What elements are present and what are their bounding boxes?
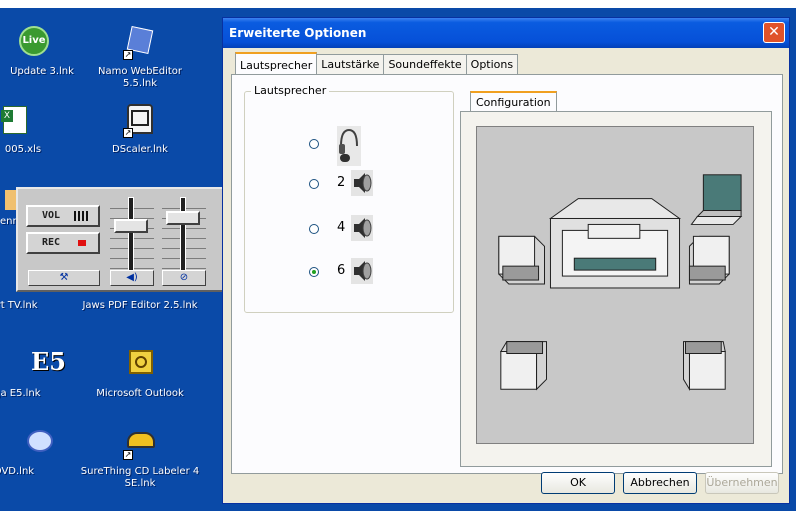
monitor-icon <box>548 198 682 289</box>
rec-button[interactable]: REC <box>26 232 100 254</box>
puzzle-icon: ↗ <box>123 25 157 60</box>
slider-knob[interactable] <box>166 211 200 225</box>
front-left-speaker-icon <box>498 235 546 285</box>
desktop-icon-xls[interactable]: X 005.xls <box>0 104 60 156</box>
front-right-speaker-icon <box>688 235 730 285</box>
slider-knob[interactable] <box>114 219 148 233</box>
groupbox-title: Lautsprecher <box>251 84 330 97</box>
radio-6-speakers[interactable] <box>309 267 319 277</box>
cancel-button[interactable]: Abbrechen <box>623 472 697 494</box>
dialog-title: Erweiterte Optionen <box>229 26 367 40</box>
option-4-label: 4 <box>337 220 346 235</box>
speaker-icon <box>351 215 373 241</box>
tab-panel-lautsprecher: Lautsprecher 2 4 6 Configuration <box>231 74 783 474</box>
ok-button[interactable]: OK <box>541 472 615 494</box>
vol-button[interactable]: VOL <box>26 205 100 227</box>
tools-icon[interactable]: ⚒ <box>28 270 100 286</box>
desktop-icon-dscaler[interactable]: ↗ DScaler.lnk <box>80 104 200 156</box>
e5-icon: E5 <box>31 347 66 376</box>
desktop-icon-namo-webeditor[interactable]: ↗ Namo WebEditor 5.5.lnk <box>80 25 200 90</box>
live-icon: Live <box>19 26 53 60</box>
tab-soundeffekte[interactable]: Soundeffekte <box>383 54 467 74</box>
headphones-icon <box>337 126 361 166</box>
tab-lautsprecher[interactable]: Lautsprecher <box>235 52 318 74</box>
screen-top-strip <box>0 0 796 8</box>
outlook-icon <box>123 348 157 382</box>
configuration-panel <box>460 111 772 467</box>
excel-icon: X <box>0 104 33 138</box>
tab-bar: Lautsprecher Lautstärke Soundeffekte Opt… <box>235 52 519 74</box>
volume-slider-1[interactable] <box>110 195 154 275</box>
laptop-icon <box>690 174 743 225</box>
desktop-icon-e5[interactable]: E5 ада E5.lnk <box>0 348 74 400</box>
radio-2-speakers[interactable] <box>309 179 319 189</box>
dialog-titlebar: Erweiterte Optionen <box>223 18 789 48</box>
tab-options[interactable]: Options <box>465 54 519 74</box>
dialog-button-row: OK Abbrechen Übernehmen <box>541 472 781 496</box>
desktop-icon-outlook[interactable]: Microsoft Outlook <box>80 348 200 400</box>
volume-mixer-widget: VOL REC ⚒ ◀) ⊘ <box>16 187 226 292</box>
apply-button[interactable]: Übernehmen <box>705 472 779 494</box>
volume-slider-2[interactable] <box>162 195 206 275</box>
speaker-icon <box>351 170 373 196</box>
desktop-icon-surething[interactable]: ↗ SureThing CD Labeler 4 SE.lnk <box>80 426 200 490</box>
disc-icon <box>27 426 61 460</box>
advanced-options-dialog: Erweiterte Optionen ✕ Lautsprecher Lauts… <box>222 17 790 504</box>
speaker-icon <box>351 258 373 284</box>
option-6-label: 6 <box>337 263 346 278</box>
option-2-label: 2 <box>337 175 346 190</box>
radio-headphones[interactable] <box>309 139 319 149</box>
tab-lautstaerke[interactable]: Lautstärke <box>316 54 385 74</box>
desktop-icon-jaws-pdf[interactable]: Jaws PDF Editor 2.5.lnk <box>80 300 200 312</box>
radio-4-speakers[interactable] <box>309 224 319 234</box>
speaker-mute-icon[interactable]: ◀) <box>110 270 154 286</box>
rec-indicator-icon <box>78 240 86 246</box>
desktop-icon-update[interactable]: Live Update 3.lnk <box>0 26 82 78</box>
level-bars-icon <box>74 211 88 221</box>
dscaler-icon: ↗ <box>123 104 157 138</box>
speaker-layout-diagram <box>476 126 754 444</box>
labeler-icon: ↗ <box>123 426 157 460</box>
speaker-groupbox: Lautsprecher 2 4 6 <box>244 84 454 313</box>
desktop-icon-smart-tv[interactable]: art TV.lnk <box>0 300 74 312</box>
close-button[interactable]: ✕ <box>763 22 785 43</box>
tab-configuration[interactable]: Configuration <box>470 91 557 111</box>
rear-left-speaker-icon <box>499 341 547 391</box>
rear-right-speaker-icon <box>683 341 726 392</box>
desktop-icon-dvd[interactable]: DVD.lnk <box>0 426 74 478</box>
mic-mute-icon[interactable]: ⊘ <box>162 270 206 286</box>
